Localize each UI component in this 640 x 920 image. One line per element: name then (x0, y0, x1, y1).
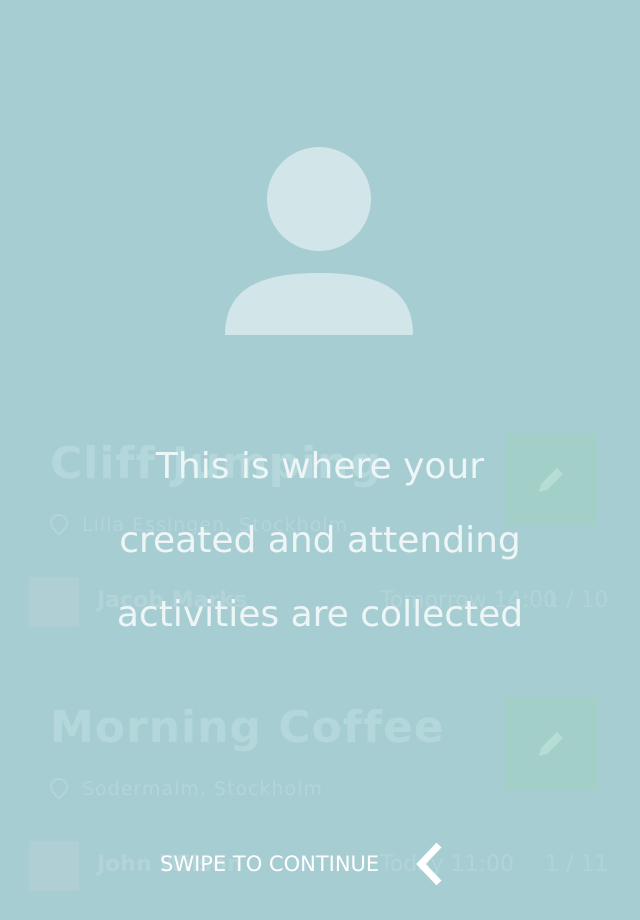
user-placeholder-icon (225, 147, 413, 335)
map-pin-icon (46, 774, 72, 800)
activity-location: Sodermalm, Stockholm (46, 774, 323, 800)
onboarding-message: This is where your created and attending… (60, 430, 580, 652)
activity-title: Morning Coffee (50, 702, 445, 753)
activity-location-text: Sodermalm, Stockholm (82, 778, 323, 800)
avatar (29, 841, 79, 891)
pencil-icon (539, 732, 563, 756)
chevron-left-icon[interactable] (413, 842, 445, 886)
swipe-label: SWIPE TO CONTINUE (160, 852, 380, 876)
attendee-count: 1 / 11 (545, 852, 609, 877)
swipe-to-continue[interactable]: SWIPE TO CONTINUE (160, 842, 445, 886)
onboarding-message-line: This is where your (155, 446, 485, 487)
onboarding-message-line: created and attending (119, 520, 521, 561)
onboarding-message-line: activities are collected (116, 594, 524, 635)
edit-button[interactable] (505, 698, 597, 790)
